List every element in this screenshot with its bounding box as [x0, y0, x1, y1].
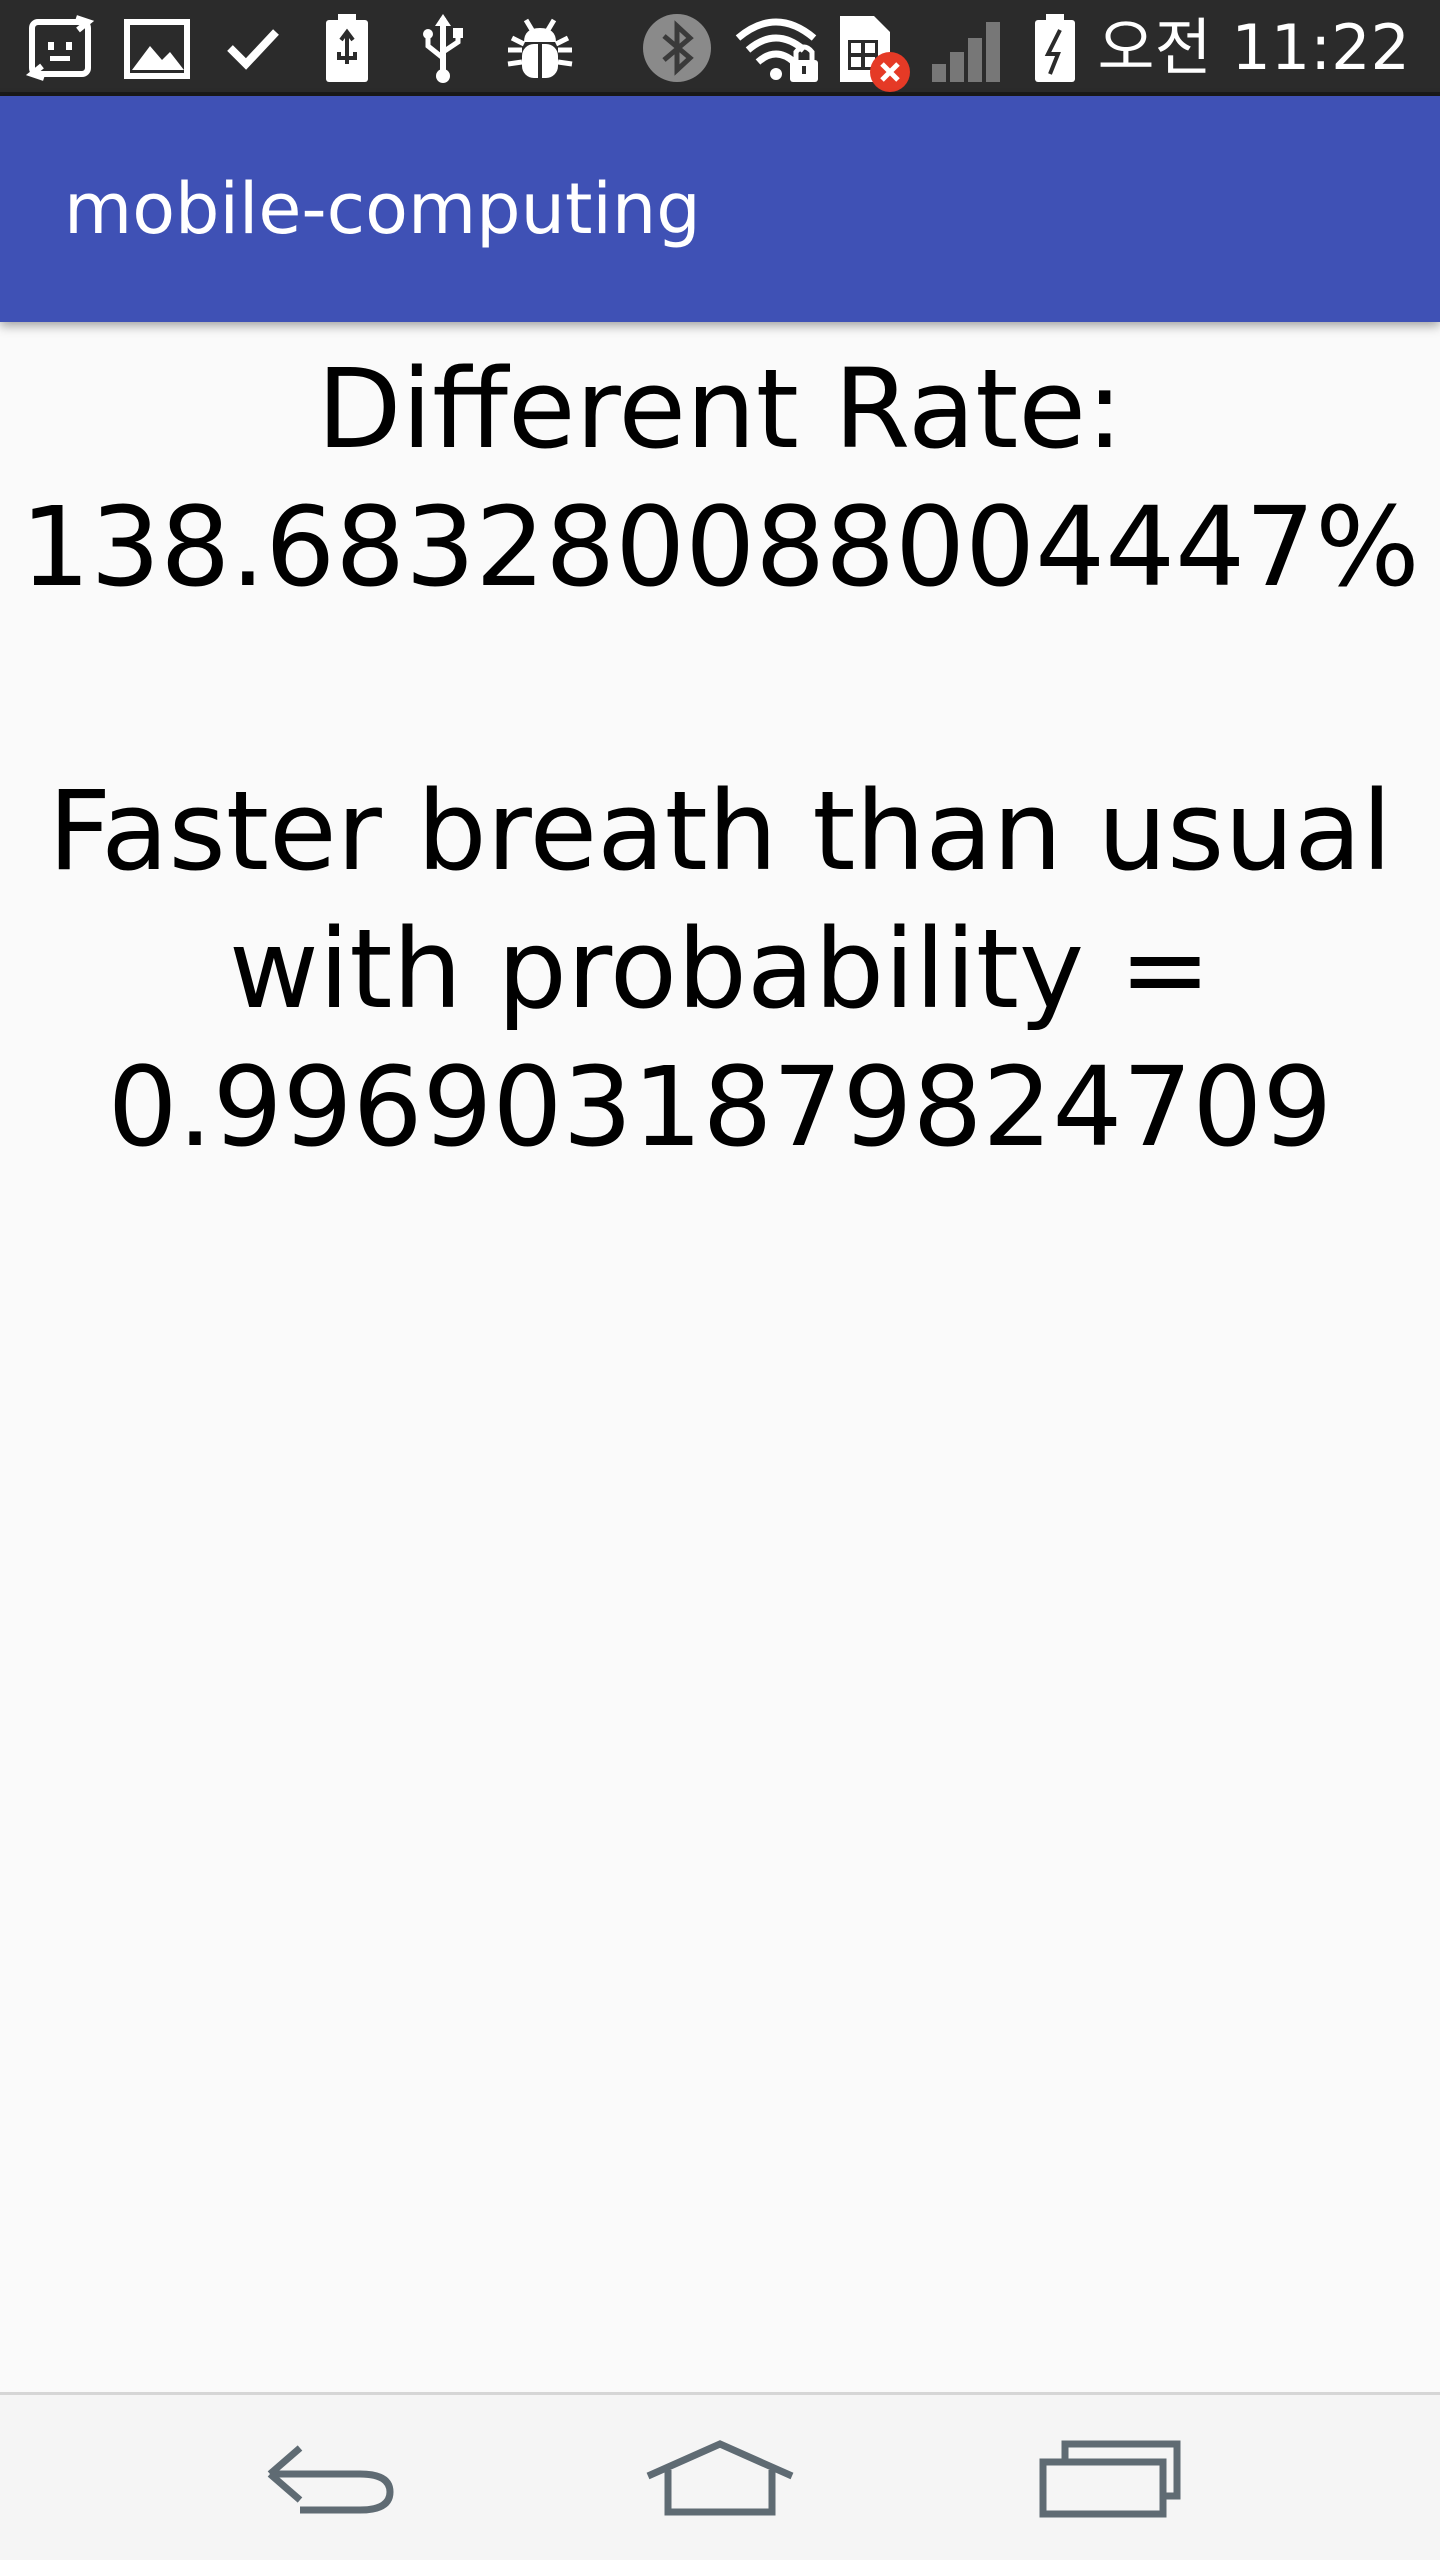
bluetooth-icon — [643, 14, 711, 82]
recents-icon — [1039, 2440, 1181, 2518]
app-title: mobile-computing — [64, 168, 701, 250]
probability-line-2: with probability = — [228, 905, 1212, 1033]
battery-charging-icon — [326, 14, 368, 82]
sync-notification-icon — [26, 15, 95, 81]
home-icon — [646, 2440, 794, 2516]
status-bar: 오전 11:22 — [0, 0, 1440, 96]
rate-value: 138.683280088004447% — [20, 483, 1420, 611]
main-content: Different Rate: 138.683280088004447% Fas… — [0, 322, 1440, 2392]
cell-signal-icon — [932, 22, 1000, 82]
back-button[interactable] — [230, 2419, 430, 2539]
image-icon — [124, 19, 190, 79]
probability-line-1: Faster breath than usual — [47, 767, 1393, 895]
different-rate-text: Different Rate: 138.683280088004447% — [20, 340, 1420, 616]
wifi-locked-icon — [735, 18, 818, 82]
recents-button[interactable] — [1010, 2419, 1210, 2539]
usb-icon — [423, 14, 463, 83]
sim-error-icon — [840, 16, 910, 92]
status-time: 오전 11:22 — [1097, 11, 1410, 84]
navigation-bar — [0, 2392, 1440, 2560]
debug-bug-icon — [507, 18, 573, 78]
check-icon — [227, 29, 279, 70]
battery-icon — [1035, 14, 1075, 82]
rate-label: Different Rate: — [316, 345, 1124, 473]
probability-text: Faster breath than usual with probabilit… — [20, 762, 1420, 1176]
home-button[interactable] — [620, 2419, 820, 2539]
probability-value: 0.9969031879824709 — [107, 1043, 1333, 1171]
app-bar: mobile-computing — [0, 96, 1440, 322]
back-icon — [267, 2445, 394, 2514]
